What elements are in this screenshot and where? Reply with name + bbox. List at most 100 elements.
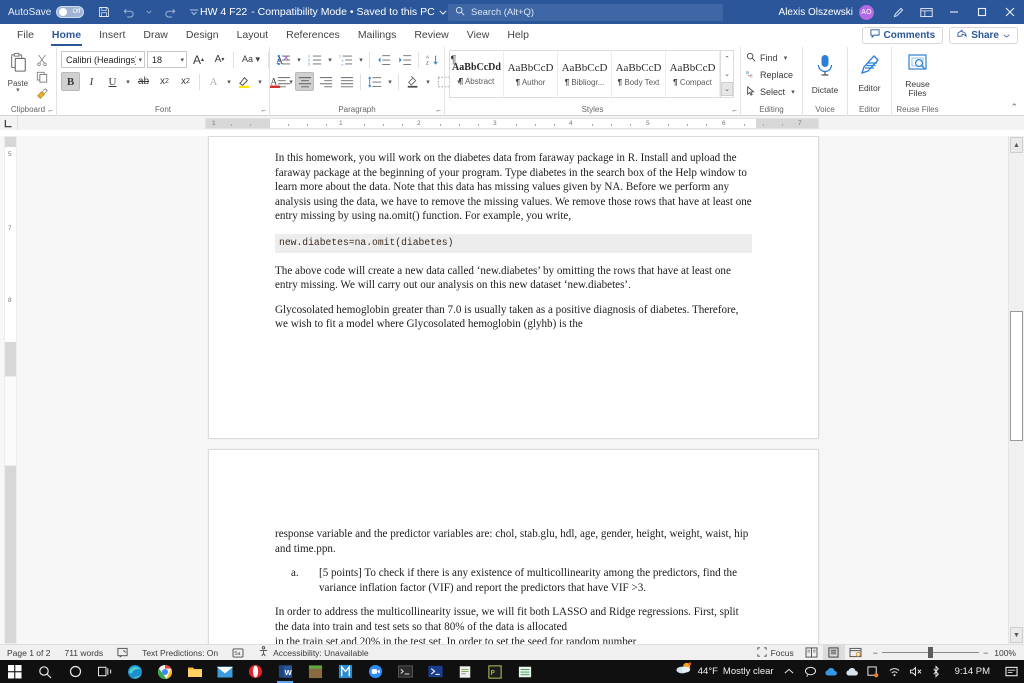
document-page-2[interactable]: response variable and the predictor vari… <box>208 449 819 644</box>
highlight-dropdown-icon[interactable]: ▾ <box>256 78 264 86</box>
scroll-down-button[interactable]: ▼ <box>1010 627 1023 643</box>
multilevel-list-icon[interactable]: 1ab <box>336 50 355 69</box>
tab-references[interactable]: References <box>277 24 349 47</box>
zoom-track[interactable] <box>881 652 928 653</box>
navigation-strip[interactable] <box>4 376 17 466</box>
line-spacing-dropdown-icon[interactable]: ▾ <box>386 78 394 86</box>
close-button[interactable] <box>996 0 1024 24</box>
align-center-icon[interactable] <box>295 72 314 91</box>
editor-button[interactable]: Editor <box>852 50 887 93</box>
style-item-compact[interactable]: AaBbCcD ¶ Compact <box>666 51 720 97</box>
text-predictions-status[interactable]: Text Predictions: On <box>135 645 225 661</box>
zoom-out-button[interactable]: − <box>873 648 882 658</box>
style-item-bibliography[interactable]: AaBbCcD ¶ Bibliogr... <box>558 51 612 97</box>
styles-scroll-down-icon[interactable]: ⌄ <box>721 67 733 81</box>
bullets-dropdown-icon[interactable]: ▾ <box>295 56 303 64</box>
tab-draw[interactable]: Draw <box>134 24 177 47</box>
format-painter-icon[interactable] <box>35 87 49 101</box>
zoom-in-button[interactable]: − <box>979 648 988 658</box>
grow-font-icon[interactable]: A ▴ <box>189 50 208 69</box>
notepad-icon[interactable] <box>450 660 480 683</box>
align-left-icon[interactable] <box>274 72 293 91</box>
web-layout-button[interactable] <box>845 645 867 661</box>
style-item-abstract[interactable]: AaBbCcDd ¶ Abstract <box>450 51 504 97</box>
tab-design[interactable]: Design <box>177 24 228 47</box>
multilevel-dropdown-icon[interactable]: ▾ <box>357 56 365 64</box>
share-button[interactable]: Share <box>949 26 1018 44</box>
styles-scroll-up-icon[interactable]: ⌃ <box>721 52 733 66</box>
superscript-button[interactable]: x2 <box>176 72 195 91</box>
read-mode-button[interactable] <box>801 645 823 661</box>
save-icon[interactable] <box>96 4 112 20</box>
page-1-content[interactable]: In this homework, you will work on the d… <box>209 137 818 332</box>
tab-layout[interactable]: Layout <box>228 24 278 47</box>
tab-mailings[interactable]: Mailings <box>349 24 406 47</box>
print-layout-button[interactable] <box>822 644 845 661</box>
minecraft-icon[interactable] <box>300 660 330 683</box>
share-dropdown-icon[interactable] <box>1003 30 1010 41</box>
avatar[interactable]: AO <box>859 4 874 20</box>
page-indicator[interactable]: Page 1 of 2 <box>0 645 57 661</box>
copy-icon[interactable] <box>35 70 49 84</box>
tab-stop-selector[interactable] <box>0 116 18 130</box>
minimize-button[interactable] <box>940 0 968 24</box>
font-size-combo[interactable]: 18 ▾ <box>147 51 187 68</box>
shading-dropdown-icon[interactable]: ▾ <box>424 78 432 86</box>
justify-icon[interactable] <box>337 72 356 91</box>
style-item-author[interactable]: AaBbCcD ¶ Author <box>504 51 558 97</box>
underline-dropdown-icon[interactable]: ▾ <box>124 78 132 86</box>
increase-indent-icon[interactable] <box>395 50 414 69</box>
tab-help[interactable]: Help <box>498 24 538 47</box>
opera-icon[interactable] <box>240 660 270 683</box>
language-icon[interactable]: 5a <box>225 645 251 661</box>
font-name-dropdown-icon[interactable]: ▾ <box>136 56 142 64</box>
style-item-body-text[interactable]: AaBbCcD ¶ Body Text <box>612 51 666 97</box>
highlight-color-icon[interactable] <box>235 72 254 91</box>
screenshot-icon[interactable] <box>863 665 884 678</box>
accessibility-status[interactable]: Accessibility: Unavailable <box>251 645 375 661</box>
vscode-icon[interactable]: P <box>480 660 510 683</box>
tab-file[interactable]: File <box>8 24 43 47</box>
text-effects-dropdown-icon[interactable]: ▾ <box>225 78 233 86</box>
maximize-restore-button[interactable] <box>968 0 996 24</box>
volume-muted-icon[interactable] <box>905 666 926 677</box>
subscript-button[interactable]: x2 <box>155 72 174 91</box>
line-spacing-icon[interactable] <box>365 72 384 91</box>
select-button[interactable]: Select ▾ <box>746 84 797 100</box>
dictate-button[interactable]: Dictate <box>807 50 843 95</box>
tab-home[interactable]: Home <box>43 24 90 47</box>
scroll-up-button[interactable]: ▲ <box>1010 137 1023 153</box>
align-right-icon[interactable] <box>316 72 335 91</box>
task-view-icon[interactable] <box>90 660 120 683</box>
document-page-1[interactable]: In this homework, you will work on the d… <box>208 136 819 439</box>
cortana-icon[interactable] <box>60 660 90 683</box>
collapse-ribbon-icon[interactable]: ⌃ <box>1010 102 1018 113</box>
start-icon[interactable] <box>0 660 30 683</box>
font-name-combo[interactable]: Calibri (Headings) ▾ <box>61 51 145 68</box>
sort-icon[interactable]: AZ <box>423 50 442 69</box>
horizontal-ruler[interactable]: 1 1 2 3 4 5 6 7 <box>205 118 819 129</box>
styles-more-icon[interactable]: ⌄ <box>721 82 733 96</box>
user-name[interactable]: Alexis Olszewski <box>779 7 853 18</box>
ink-pen-icon[interactable] <box>884 0 912 24</box>
file-explorer-icon[interactable] <box>180 660 210 683</box>
ribbon-display-options-icon[interactable] <box>912 0 940 24</box>
zoom-track[interactable] <box>932 652 979 653</box>
cut-icon[interactable] <box>35 53 49 67</box>
shading-icon[interactable] <box>403 72 422 91</box>
zoom-slider[interactable]: − − <box>867 647 995 658</box>
tab-review[interactable]: Review <box>405 24 457 47</box>
discord-icon[interactable] <box>800 666 821 677</box>
undo-icon[interactable] <box>121 4 137 20</box>
decrease-indent-icon[interactable] <box>374 50 393 69</box>
wifi-icon[interactable] <box>884 666 905 677</box>
tab-insert[interactable]: Insert <box>90 24 134 47</box>
autosave-toggle[interactable]: Off <box>56 6 85 18</box>
proofing-errors-icon[interactable] <box>110 645 135 661</box>
terminal-icon[interactable] <box>390 660 420 683</box>
bluetooth-icon[interactable] <box>926 665 947 678</box>
numbering-dropdown-icon[interactable]: ▾ <box>326 56 334 64</box>
reuse-files-button[interactable]: Reuse Files <box>896 50 939 98</box>
show-hidden-icons-button[interactable] <box>779 668 800 675</box>
word-count[interactable]: 711 words <box>57 645 110 661</box>
